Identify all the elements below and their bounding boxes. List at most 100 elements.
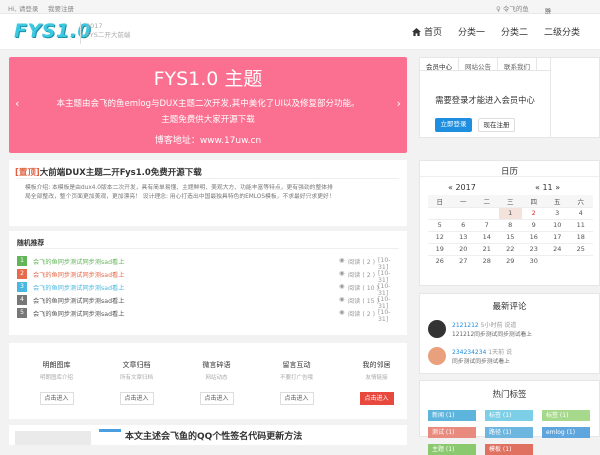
calendar-day[interactable]: 17: [545, 230, 569, 243]
list-item[interactable]: 2 会飞的鱼同步测试同步测sad看上 ◉ 阅读 ( 2 ) [10-31]: [17, 269, 392, 284]
tag-item[interactable]: 测试 (1): [428, 427, 476, 438]
calendar-day[interactable]: 10: [545, 218, 569, 231]
login-button[interactable]: 立即登录: [435, 118, 472, 132]
calendar-day[interactable]: 16: [522, 230, 546, 243]
calendar-day[interactable]: 14: [475, 230, 499, 243]
tag-item[interactable]: 路径 (1): [485, 427, 533, 438]
post-excerpt: 模板介绍: 本模板是由dux4.0版本二次开发，具有简单易懂、主题鲜明、美观大方…: [25, 185, 335, 200]
item-title[interactable]: 会飞的鱼同步测试同步测sad看上: [33, 257, 124, 266]
calendar-day[interactable]: 12: [428, 230, 452, 243]
login-link[interactable]: Hi, 请登录: [8, 3, 38, 13]
nav-item-home[interactable]: 首页: [411, 25, 442, 38]
view-count: 阅读 ( 10 ): [348, 285, 379, 292]
comment-item[interactable]: 234234234 1天前 说同步测试同步测试看上: [428, 347, 598, 371]
banner-title: FYS1.0 主题: [153, 68, 263, 90]
enter-button[interactable]: 点击进入: [39, 392, 74, 405]
post-title[interactable]: [置顶]大前端DUX主题二开Fys1.0免费开源下载: [15, 166, 202, 178]
list-item[interactable]: 3 会飞的鱼同步测试同步测sad看上 ◉ 阅读 ( 10 ) [10-31]: [17, 282, 392, 297]
home-icon: [411, 27, 421, 36]
calendar-day[interactable]: 13: [451, 230, 475, 243]
calendar-day[interactable]: 21: [475, 242, 499, 255]
item-title[interactable]: 会飞的鱼同步测试同步测sad看上: [33, 283, 124, 292]
calendar-day[interactable]: 22: [498, 242, 522, 255]
nav-item-cat1[interactable]: 分类一: [458, 25, 485, 38]
nav-item-subcat[interactable]: 二级分类: [544, 25, 580, 38]
calendar-day[interactable]: [569, 254, 593, 267]
tag-item[interactable]: 标签 (1): [542, 410, 590, 421]
hero-banner[interactable]: FYS1.0 主题 本主题由会飞的鱼emlog与DUX主题二次开发,其中美化了U…: [9, 57, 407, 153]
tags-title: 热门标签: [492, 390, 527, 400]
prev-slide-icon[interactable]: ‹: [15, 97, 19, 110]
comment-author[interactable]: 2121212: [452, 322, 479, 329]
calendar-day[interactable]: 18: [569, 230, 593, 243]
calendar-day[interactable]: 1: [498, 206, 522, 219]
tab-contact[interactable]: 联系我们: [498, 58, 537, 71]
calendar-day[interactable]: 24: [545, 242, 569, 255]
feature-title: 我的邻居: [362, 361, 391, 369]
enter-button[interactable]: 点击进入: [359, 392, 394, 405]
list-item[interactable]: 1 会飞的鱼同步测试同步测sad看上 ◉ 阅读 ( 2 ) [10-31]: [17, 256, 392, 271]
tag-item[interactable]: 主题 (1): [428, 444, 476, 455]
prev-month-icon[interactable]: «: [535, 183, 540, 192]
calendar-day[interactable]: 2: [522, 206, 546, 219]
prev-year-icon[interactable]: «: [448, 183, 453, 192]
calendar-day[interactable]: 4: [569, 206, 593, 219]
calendar-day[interactable]: 26: [428, 254, 452, 267]
feature-subtitle: 明朗图库介绍: [39, 375, 73, 381]
calendar-day[interactable]: 8: [498, 218, 522, 231]
weekday-header: 五: [545, 195, 569, 207]
month-selector[interactable]: « 11 »: [535, 183, 560, 192]
calendar-day[interactable]: 28: [475, 254, 499, 267]
register-link[interactable]: 我要注册: [48, 3, 74, 13]
feature-title: 微言碎语: [202, 361, 231, 369]
nav-item-cat2[interactable]: 分类二: [501, 25, 528, 38]
comment-item[interactable]: 2121212 5小时前 说道 121212同步测试同步测试看上: [428, 320, 598, 344]
tag-item[interactable]: 标签 (1): [485, 410, 533, 421]
item-title[interactable]: 会飞的鱼同步测试同步测sad看上: [33, 309, 124, 318]
list-item[interactable]: 5 会飞的鱼同步测试同步测sad看上 ◉ 阅读 ( 2 ) [10-31]: [17, 308, 392, 323]
calendar-day[interactable]: 3: [545, 206, 569, 219]
enter-button[interactable]: 点击进入: [279, 392, 314, 405]
calendar-day[interactable]: 5: [428, 218, 452, 231]
enter-button[interactable]: 点击进入: [119, 392, 154, 405]
calendar-day[interactable]: 25: [569, 242, 593, 255]
feature-subtitle: 不要打广告哦: [279, 375, 313, 381]
register-button[interactable]: 现在注册: [478, 118, 515, 132]
item-title[interactable]: 会飞的鱼同步测试同步测sad看上: [33, 270, 124, 279]
enter-button[interactable]: 点击进入: [199, 392, 234, 405]
calendar-day[interactable]: 7: [475, 218, 499, 231]
author-link[interactable]: ♀ 令飞的鱼: [496, 3, 529, 13]
calendar-day[interactable]: 23: [522, 242, 546, 255]
comment-author[interactable]: 234234234: [452, 349, 486, 356]
next-month-icon[interactable]: »: [555, 183, 560, 192]
sticky-post: [置顶]大前端DUX主题二开Fys1.0免费开源下载 模板介绍: 本模板是由du…: [9, 160, 407, 226]
feature-subtitle: 所有文章归档: [119, 375, 153, 381]
calendar-day[interactable]: [451, 206, 475, 219]
calendar-day[interactable]: 27: [451, 254, 475, 267]
calendar-day[interactable]: 19: [428, 242, 452, 255]
calendar-day[interactable]: [545, 254, 569, 267]
comment-time: 1天前: [488, 349, 505, 356]
post-title-partial[interactable]: 本文主述会飞鱼的QQ个性签名代码更新方法: [125, 429, 302, 442]
calendar-day[interactable]: 9: [522, 218, 546, 231]
tag-item[interactable]: emlog (1): [542, 427, 590, 438]
rank-badge: 5: [17, 308, 27, 318]
tab-notice[interactable]: 网站公告: [459, 58, 498, 71]
calendar-day[interactable]: 15: [498, 230, 522, 243]
tag-item[interactable]: 模板 (1): [485, 444, 533, 455]
calendar-day[interactable]: 11: [569, 218, 593, 231]
item-title[interactable]: 会飞的鱼同步测试同步测sad看上: [33, 296, 124, 305]
calendar-day[interactable]: 6: [451, 218, 475, 231]
list-item[interactable]: 4 会飞的鱼同步测试同步测sad看上 ◉ 阅读 ( 15 ) [10-31]: [17, 295, 392, 310]
feature-card: 微言碎语 网站动态 点击进入: [179, 345, 254, 405]
calendar-day[interactable]: 30: [522, 254, 546, 267]
year-selector[interactable]: « 2017: [448, 183, 476, 192]
tab-member[interactable]: 会员中心: [420, 58, 459, 71]
calendar-day[interactable]: 20: [451, 242, 475, 255]
calendar-day[interactable]: 29: [498, 254, 522, 267]
next-slide-icon[interactable]: ›: [397, 97, 401, 110]
feature-title: 文章归档: [122, 361, 151, 369]
calendar-day[interactable]: [475, 206, 499, 219]
tag-item[interactable]: 新闻 (1): [428, 410, 476, 421]
calendar-day[interactable]: [428, 206, 452, 219]
